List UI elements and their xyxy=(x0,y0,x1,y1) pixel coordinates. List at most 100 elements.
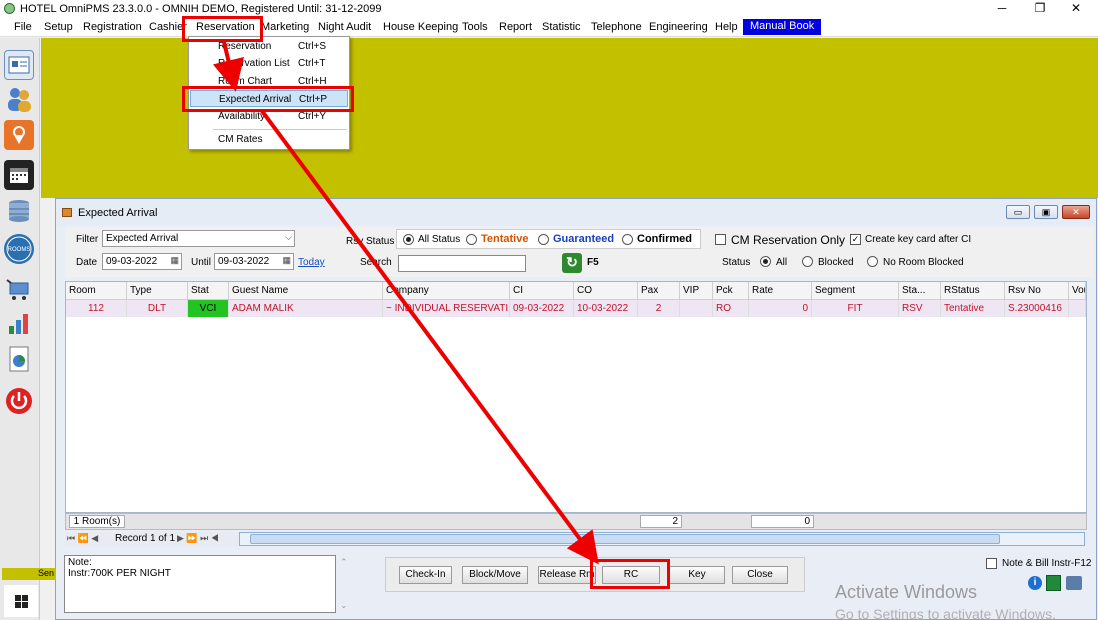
info-icon[interactable]: i xyxy=(1028,576,1042,590)
cell-vou[interactable] xyxy=(1069,300,1086,317)
column-header-vou[interactable]: Vou xyxy=(1069,282,1086,300)
report-icon[interactable] xyxy=(4,344,34,374)
menu-item-reservation[interactable]: Reservation Ctrl+S xyxy=(190,38,348,55)
note-bill-checkbox[interactable] xyxy=(986,558,997,569)
menu-registration[interactable]: Registration xyxy=(83,21,142,33)
menu-item-availability[interactable]: Availability Ctrl+Y xyxy=(190,108,348,125)
taskbar-tile[interactable]: Sen xyxy=(2,568,56,580)
menu-setup[interactable]: Setup xyxy=(44,21,73,33)
cell-rsv-no[interactable]: S.23000416 xyxy=(1005,300,1069,317)
column-header-co[interactable]: CO xyxy=(574,282,638,300)
block-move-button[interactable]: Block/Move xyxy=(462,566,528,584)
column-header-vip[interactable]: VIP xyxy=(680,282,713,300)
cell-type[interactable]: DLT xyxy=(127,300,188,317)
minimize-button[interactable]: ─ xyxy=(984,0,1020,18)
until-date-picker[interactable]: 09-03-2022 ▦ xyxy=(214,253,294,270)
window-maximize-button[interactable]: ▣ xyxy=(1034,205,1058,219)
refresh-icon[interactable]: ↻ xyxy=(562,253,582,273)
column-header-rstatus[interactable]: RStatus xyxy=(941,282,1005,300)
cell-company[interactable]: ~ INDIVIDUAL RESERVATI... xyxy=(383,300,510,317)
database-icon[interactable] xyxy=(4,196,34,226)
check-in-button[interactable]: Check-In xyxy=(399,566,452,584)
scroll-thumb[interactable] xyxy=(250,534,1000,544)
cell-stat[interactable]: VCI xyxy=(188,300,229,317)
note-scroll-up-icon[interactable]: ⌃ xyxy=(340,557,348,568)
cell-vip[interactable] xyxy=(680,300,713,317)
cell-segment[interactable]: FIT xyxy=(812,300,899,317)
horizontal-scrollbar[interactable] xyxy=(239,532,1085,546)
cm-reservation-only-checkbox[interactable] xyxy=(715,234,726,245)
nav-next-last-icon[interactable]: ▶ ⏩ ⏭ ◀ xyxy=(177,533,219,544)
arrival-grid[interactable]: Room Type Stat Guest Name Company CI CO … xyxy=(65,281,1087,513)
column-header-ci[interactable]: CI xyxy=(510,282,574,300)
column-header-stat[interactable]: Stat xyxy=(188,282,229,300)
rsv-guaranteed-radio[interactable] xyxy=(538,234,549,245)
menu-reservation[interactable]: Reservation xyxy=(196,21,255,33)
menu-item-expected-arrival[interactable]: Expected Arrival Ctrl+P xyxy=(190,90,348,107)
column-header-pck[interactable]: Pck xyxy=(713,282,749,300)
filter-select[interactable]: Expected Arrival ⌵ xyxy=(102,230,295,247)
close-app-button[interactable]: ✕ xyxy=(1058,0,1094,18)
cell-room[interactable]: 112 xyxy=(66,300,127,317)
key-button[interactable]: Key xyxy=(669,566,725,584)
cell-guest-name[interactable]: ADAM MALIK xyxy=(229,300,383,317)
cell-co[interactable]: 10-03-2022 xyxy=(574,300,638,317)
column-header-room[interactable]: Room xyxy=(66,282,127,300)
guests-icon[interactable] xyxy=(4,84,34,114)
print-icon[interactable] xyxy=(1066,576,1082,590)
menu-item-reservation-list[interactable]: Reservation List Ctrl+T xyxy=(190,55,348,72)
menu-engineering[interactable]: Engineering xyxy=(649,21,708,33)
cell-rate[interactable]: 0 xyxy=(749,300,812,317)
date-picker[interactable]: 09-03-2022 ▦ xyxy=(102,253,182,270)
column-header-rsv-no[interactable]: Rsv No xyxy=(1005,282,1069,300)
window-close-button[interactable]: ✕ xyxy=(1062,205,1090,219)
menu-item-room-chart[interactable]: Room Chart Ctrl+H xyxy=(190,73,348,90)
menu-marketing[interactable]: Marketing xyxy=(261,21,309,33)
menu-file[interactable]: File xyxy=(14,21,32,33)
manual-book-button[interactable]: Manual Book xyxy=(743,19,822,35)
rsv-tentative-radio[interactable] xyxy=(466,234,477,245)
cell-ci[interactable]: 09-03-2022 xyxy=(510,300,574,317)
menu-item-cm-rates[interactable]: CM Rates xyxy=(190,131,348,148)
today-link[interactable]: Today xyxy=(298,257,325,268)
menu-tools[interactable]: Tools xyxy=(462,21,488,33)
create-key-card-checkbox[interactable]: ✓ xyxy=(850,234,861,245)
power-icon[interactable] xyxy=(4,386,34,416)
status-all-radio[interactable] xyxy=(760,256,771,267)
rooms-available-icon[interactable]: ROOMS xyxy=(4,234,34,264)
chart-icon[interactable] xyxy=(4,308,34,338)
search-input[interactable] xyxy=(398,255,526,272)
note-box[interactable]: Note: Instr:700K PER NIGHT xyxy=(64,555,336,613)
registration-card-icon[interactable] xyxy=(4,50,34,80)
column-header-segment[interactable]: Segment xyxy=(812,282,899,300)
cell-sta[interactable]: RSV xyxy=(899,300,941,317)
note-scroll-down-icon[interactable]: ⌄ xyxy=(340,600,348,611)
menu-help[interactable]: Help xyxy=(715,21,738,33)
release-room-button[interactable]: Release Rm xyxy=(538,566,596,584)
menu-report[interactable]: Report xyxy=(499,21,532,33)
cart-icon[interactable] xyxy=(4,274,34,304)
window-minimize-button[interactable]: ▭ xyxy=(1006,205,1030,219)
column-header-sta[interactable]: Sta... xyxy=(899,282,941,300)
column-header-pax[interactable]: Pax xyxy=(638,282,680,300)
rc-button[interactable]: RC xyxy=(602,566,660,584)
cell-rstatus[interactable]: Tentative xyxy=(941,300,1005,317)
menu-statistic[interactable]: Statistic xyxy=(542,21,581,33)
map-pin-icon[interactable] xyxy=(4,120,34,150)
menu-night-audit[interactable]: Night Audit xyxy=(318,21,371,33)
rsv-all-status-radio[interactable] xyxy=(403,234,414,245)
excel-export-icon[interactable] xyxy=(1046,575,1061,591)
cell-pax[interactable]: 2 xyxy=(638,300,680,317)
menu-telephone[interactable]: Telephone xyxy=(591,21,642,33)
calendar-icon[interactable] xyxy=(4,160,34,190)
menu-house-keeping[interactable]: House Keeping xyxy=(383,21,458,33)
menu-cashier[interactable]: Cashier xyxy=(149,21,187,33)
column-header-company[interactable]: Company xyxy=(383,282,510,300)
column-header-guest-name[interactable]: Guest Name xyxy=(229,282,383,300)
status-blocked-radio[interactable] xyxy=(802,256,813,267)
windows-start-icon[interactable] xyxy=(4,585,38,617)
status-no-room-blocked-radio[interactable] xyxy=(867,256,878,267)
cell-pck[interactable]: RO xyxy=(713,300,749,317)
close-button[interactable]: Close xyxy=(732,566,788,584)
nav-first-prev-icon[interactable]: ⏮ ⏪ ◀ xyxy=(67,533,98,544)
